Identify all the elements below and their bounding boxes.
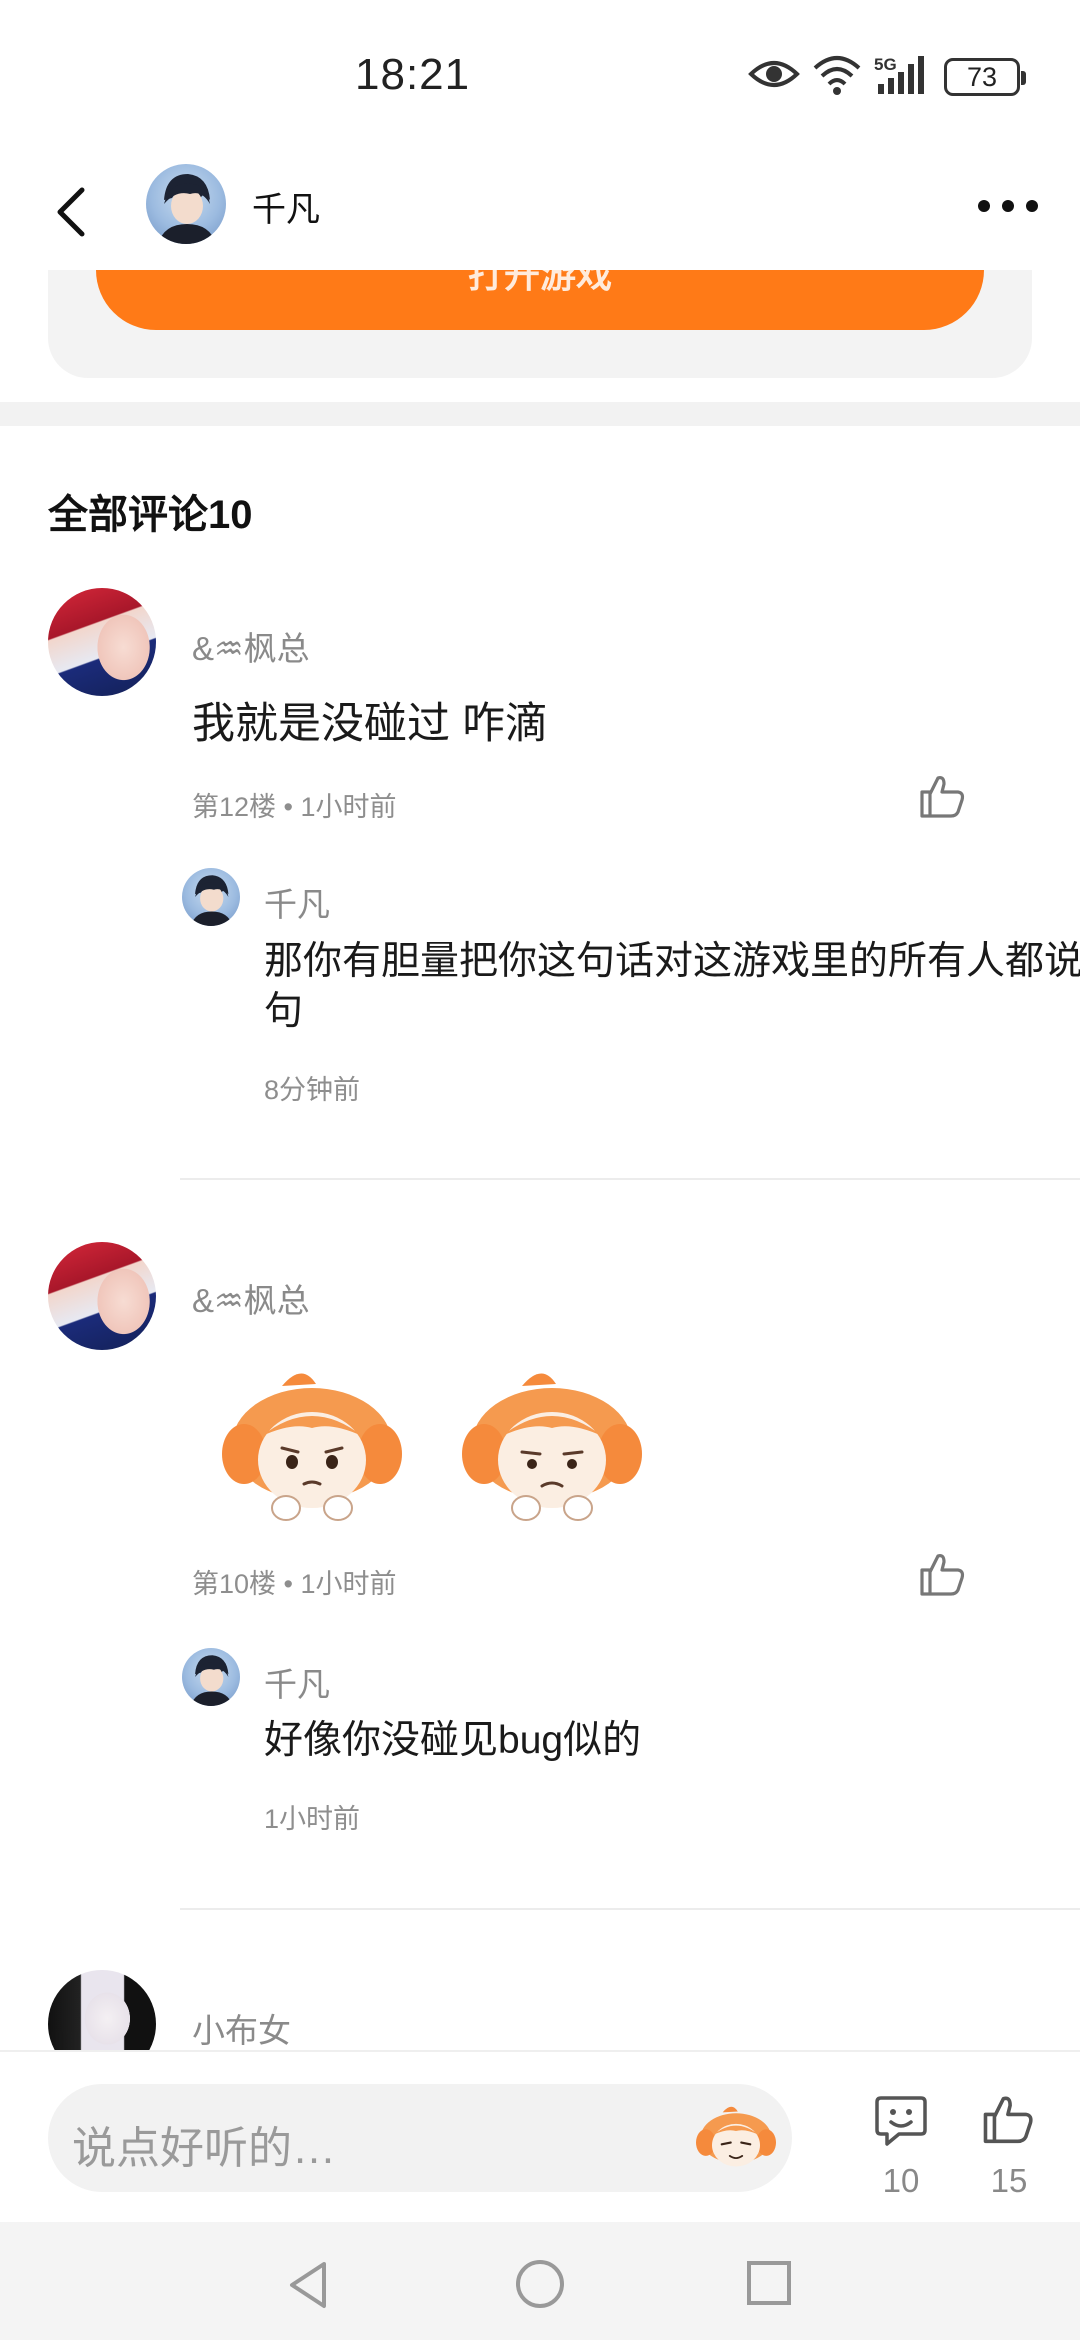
system-navigation-bar [0, 2222, 1080, 2340]
sticker-emoji-2[interactable] [462, 1366, 642, 1526]
avatar-boy-illustration [158, 174, 216, 244]
comment-text[interactable]: 我就是没碰过 咋滴 [192, 698, 548, 750]
avatar-boy-illustration [190, 875, 233, 926]
thread-divider [180, 1178, 1080, 1180]
comment-user-name[interactable]: 小布女 [192, 2004, 291, 2052]
thumbs-up-icon[interactable] [918, 1550, 968, 1600]
comment-count-button[interactable]: 10 [866, 2092, 936, 2202]
reply-avatar[interactable] [182, 868, 240, 926]
comment-count: 10 [882, 2162, 920, 2199]
nav-header: 千凡 [0, 150, 1080, 280]
reply-user-name[interactable]: 千凡 [264, 1658, 330, 1706]
game-card: 打开游戏 [48, 270, 1032, 378]
section-divider [0, 402, 1080, 426]
nav-home-icon[interactable] [514, 2258, 566, 2310]
reply-text[interactable]: 那你有胆量把你这句话对这游戏里的所有人都说一句 [264, 937, 1080, 1037]
status-bar: 18:21 5G 73 [0, 0, 1080, 150]
emoji-picker-icon[interactable] [696, 2102, 776, 2176]
header-avatar[interactable] [146, 164, 226, 244]
thread-divider [180, 1908, 1080, 1910]
comment-meta: 第10楼 • 1小时前 [192, 1569, 397, 1599]
thumbs-up-icon[interactable] [918, 772, 968, 822]
avatar-boy-illustration [190, 1655, 233, 1706]
comment-input-placeholder: 说点好听的… [72, 2124, 336, 2173]
comment-bubble-icon [875, 2096, 927, 2146]
reply-time: 1小时前 [264, 1804, 361, 1834]
comments-title: 全部评论10 [48, 493, 253, 537]
nav-back-icon[interactable] [286, 2260, 330, 2310]
like-count-button[interactable]: 15 [974, 2092, 1044, 2202]
back-button[interactable] [44, 180, 100, 244]
sticker-emoji-1[interactable] [222, 1366, 402, 1526]
signal-5g-icon: 5G [874, 55, 924, 94]
comment-input[interactable]: 说点好听的… [48, 2084, 792, 2192]
like-count: 15 [990, 2162, 1028, 2199]
reply-avatar[interactable] [182, 1648, 240, 1706]
open-game-button[interactable]: 打开游戏 [96, 270, 984, 330]
open-game-button-label: 打开游戏 [467, 270, 612, 295]
comment-avatar[interactable] [48, 1242, 156, 1350]
wifi-icon [813, 56, 861, 95]
reply-time: 8分钟前 [264, 1075, 361, 1105]
header-user-name[interactable]: 千凡 [252, 182, 320, 231]
svg-text:5G: 5G [874, 55, 897, 74]
comment-user-name[interactable]: &♒枫总 [192, 622, 310, 670]
status-time: 18:21 [355, 50, 471, 99]
comment-meta: 第12楼 • 1小时前 [192, 792, 397, 822]
thumbs-up-icon [983, 2096, 1033, 2144]
nav-recents-icon[interactable] [746, 2260, 792, 2306]
comment-input-bar: 说点好听的… 10 15 [0, 2050, 1080, 2222]
battery-indicator: 73 [944, 58, 1026, 96]
comment-avatar[interactable] [48, 588, 156, 696]
eye-icon [748, 61, 800, 87]
reply-user-name[interactable]: 千凡 [264, 878, 330, 926]
more-options-icon[interactable] [975, 194, 1041, 218]
reply-text[interactable]: 好像你没碰见bug似的 [264, 1716, 1080, 1766]
comment-user-name[interactable]: &♒枫总 [192, 1274, 310, 1322]
